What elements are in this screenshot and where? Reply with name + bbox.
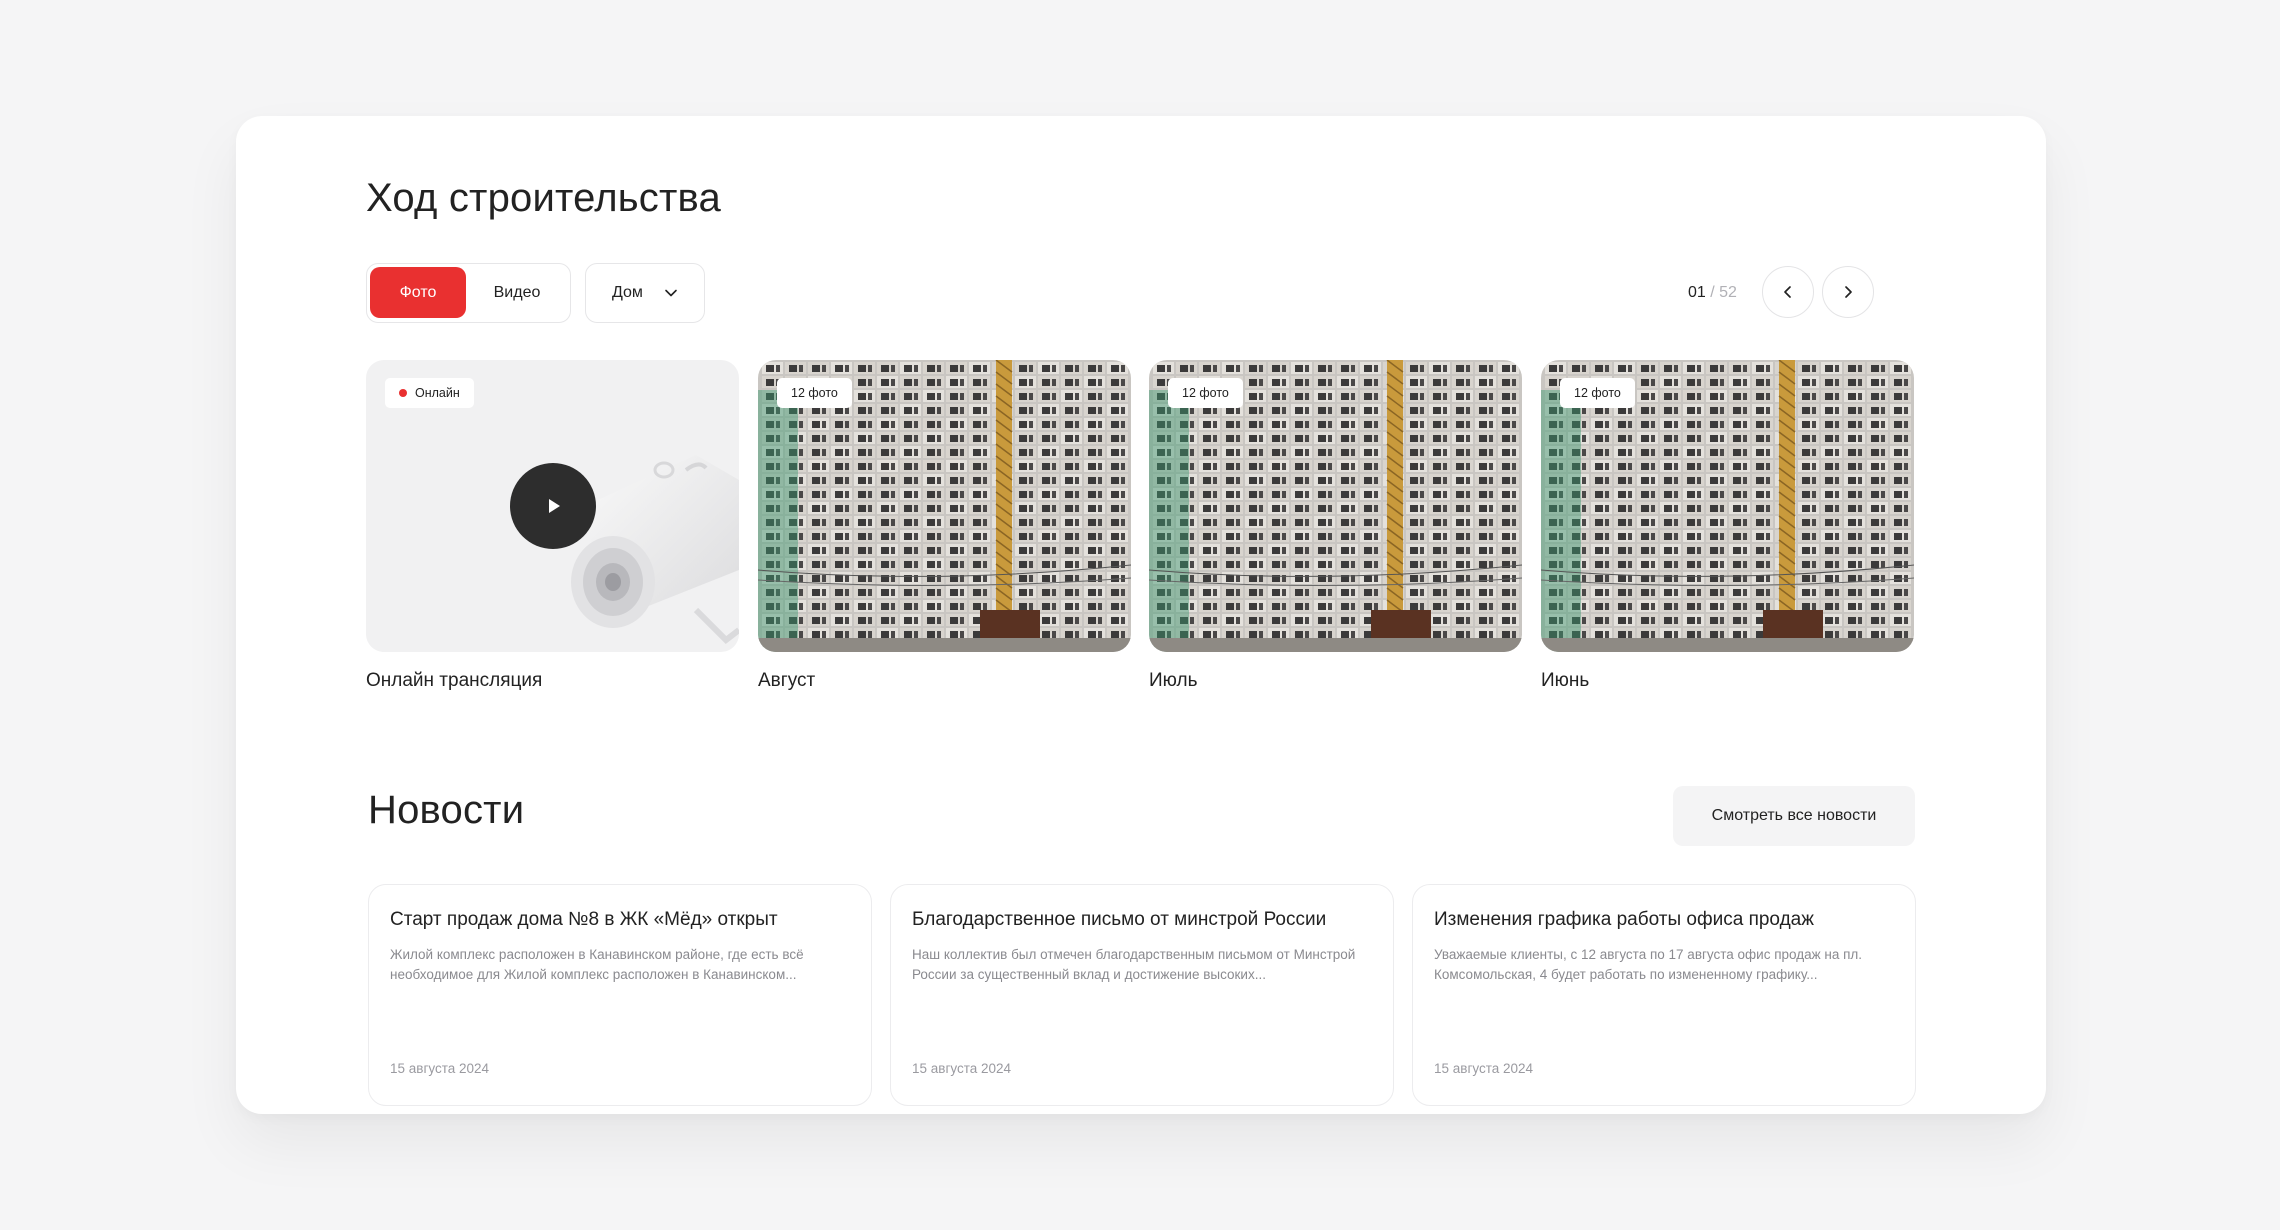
news-date: 15 августа 2024 (912, 1061, 1012, 1076)
pager-counter: 01 / 52 (1688, 284, 1737, 302)
play-button[interactable] (510, 463, 596, 549)
news-description: Жилой комплекс расположен в Канавинском … (390, 947, 804, 982)
house-select[interactable]: Дом (585, 263, 705, 323)
news-title-text: Благодарственное письмо от минстрой Росс… (912, 909, 1327, 930)
tile-album-june[interactable]: 12 фото Июнь (1541, 360, 1914, 692)
next-button[interactable] (1822, 266, 1874, 318)
tile-caption: Август (758, 670, 816, 691)
pager-total: 52 (1719, 284, 1737, 301)
media-type-switch: Фото Видео (366, 263, 571, 323)
tile-caption: Онлайн трансляция (366, 670, 543, 691)
prev-button[interactable] (1762, 266, 1814, 318)
album-photo: 12 фото (1541, 360, 1914, 652)
news-date: 15 августа 2024 (390, 1061, 490, 1076)
tile-online-stream[interactable]: Онлайн Онлайн трансляция (366, 360, 739, 692)
photo-count-badge: 12 фото (777, 378, 852, 408)
pager-separator: / (1705, 284, 1720, 301)
chevron-right-icon (1845, 286, 1852, 298)
online-badge: Онлайн (385, 378, 474, 408)
news-card[interactable]: Изменения графика работы офиса продаж Ув… (1412, 884, 1916, 1106)
news-date: 15 августа 2024 (1434, 1061, 1534, 1076)
main-card: Ход строительства Фото Видео Дом 01 / 52 (236, 116, 2046, 1114)
live-dot-icon (399, 389, 407, 397)
all-news-button[interactable]: Смотреть все новости (1673, 786, 1915, 846)
album-photo: 12 фото (758, 360, 1131, 652)
house-select-label: Дом (612, 284, 643, 301)
news-description: Уважаемые клиенты, с 12 августа по 17 ав… (1434, 947, 1863, 982)
tab-photo[interactable]: Фото (370, 267, 466, 318)
news-card[interactable]: Благодарственное письмо от минстрой Росс… (890, 884, 1394, 1106)
news-title-text: Старт продаж дома №8 в ЖК «Мёд» открыт (390, 909, 778, 930)
construction-progress-title: Ход строительства (366, 176, 721, 220)
news-description: Наш коллектив был отмечен благодарственн… (912, 947, 1356, 982)
pager-current: 01 (1688, 284, 1706, 301)
play-icon (549, 499, 560, 513)
chevron-down-icon (665, 289, 677, 297)
chevron-left-icon (1784, 286, 1791, 298)
tile-album-august[interactable]: 12 фото Август (758, 360, 1131, 692)
photo-count-badge: 12 фото (1560, 378, 1635, 408)
news-title: Новости (368, 788, 525, 832)
tile-caption: Июль (1149, 670, 1198, 691)
online-badge-label: Онлайн (415, 386, 460, 400)
online-stream-preview: Онлайн (366, 360, 739, 652)
tab-video[interactable]: Видео (467, 267, 567, 318)
tile-album-july[interactable]: 12 фото Июль (1149, 360, 1522, 692)
tile-caption: Июнь (1541, 670, 1590, 691)
news-card[interactable]: Старт продаж дома №8 в ЖК «Мёд» открыт Ж… (368, 884, 872, 1106)
album-photo: 12 фото (1149, 360, 1522, 652)
photo-count-badge: 12 фото (1168, 378, 1243, 408)
news-title-text: Изменения графика работы офиса продаж (1434, 909, 1814, 930)
